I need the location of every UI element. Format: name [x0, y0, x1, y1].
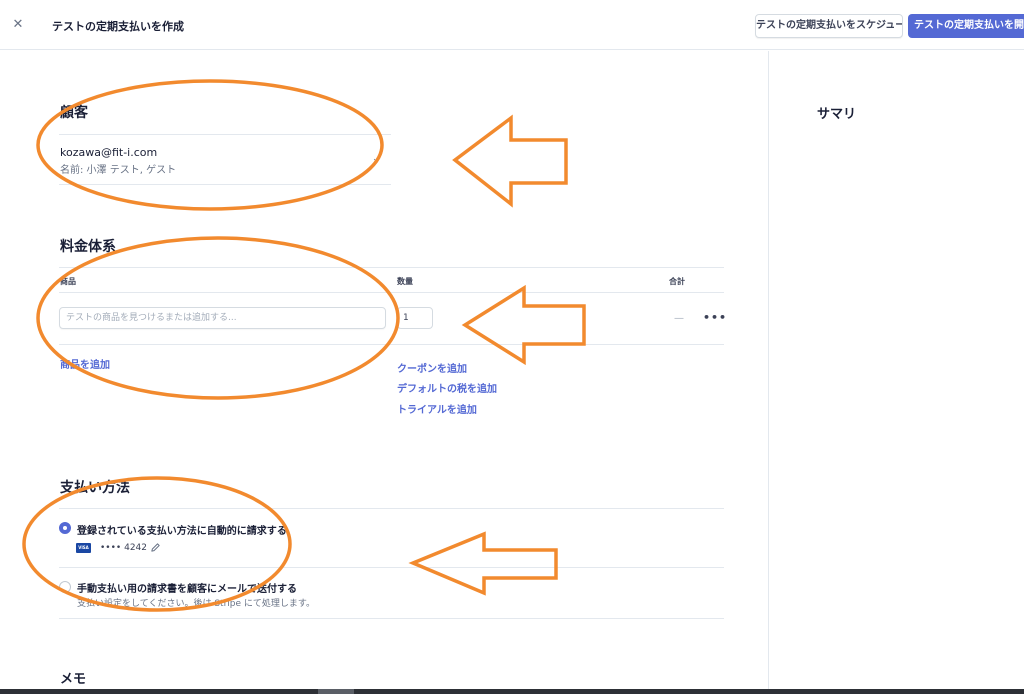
divider — [59, 184, 391, 185]
bottom-bar-segment — [318, 689, 354, 694]
add-coupon-link[interactable]: クーポンを追加 — [397, 360, 467, 375]
column-header-quantity: 数量 — [397, 277, 413, 286]
divider — [59, 618, 724, 619]
card-number: •••• 4242 — [100, 543, 147, 553]
summary-panel: サマリ — [768, 51, 1024, 694]
product-search-input[interactable]: テストの商品を見つけるまたは追加する... — [59, 307, 386, 329]
more-options-icon[interactable]: ••• — [703, 311, 727, 324]
customer-email[interactable]: kozawa@fit-i.com — [60, 146, 157, 159]
annotation-arrow-payment — [408, 531, 558, 596]
annotation-arrow-pricing — [461, 284, 586, 366]
close-icon[interactable]: ✕ — [11, 18, 25, 32]
annotation-arrow-customer — [452, 114, 568, 208]
send-invoice-label: 手動支払い用の請求書を顧客にメールで送付する — [77, 584, 297, 595]
chevron-down-icon[interactable]: ⌄ — [372, 154, 380, 164]
column-header-product: 商品 — [60, 277, 76, 286]
summary-title: サマリ — [817, 107, 857, 122]
divider — [59, 134, 391, 135]
customer-name: 名前: 小澤 テスト, ゲスト — [60, 165, 177, 176]
send-invoice-description: 支払い設定をしてください。後は Stripe にて処理します。 — [77, 599, 315, 609]
page-title: テストの定期支払いを作成 — [52, 20, 184, 33]
schedule-subscription-button[interactable]: テストの定期支払いをスケジュール — [755, 14, 903, 38]
annotation-ellipse-customer — [36, 79, 384, 211]
line-total: — — [674, 313, 684, 324]
pricing-section-title: 料金体系 — [60, 239, 116, 255]
divider — [59, 344, 724, 345]
column-header-total: 合計 — [669, 277, 685, 286]
visa-card-icon: VISA — [76, 543, 91, 553]
pencil-icon[interactable] — [150, 542, 161, 553]
quantity-input[interactable]: 1 — [397, 307, 433, 329]
add-trial-link[interactable]: トライアルを追加 — [397, 401, 477, 416]
payment-section-title: 支払い方法 — [60, 480, 130, 496]
divider — [59, 567, 724, 568]
add-product-link[interactable]: 商品を追加 — [60, 356, 110, 371]
add-default-tax-link[interactable]: デフォルトの税を追加 — [397, 380, 497, 395]
radio-auto-charge[interactable] — [59, 522, 71, 534]
start-subscription-button[interactable]: テストの定期支払いを開始 — [908, 14, 1024, 38]
auto-charge-label: 登録されている支払い方法に自動的に請求する — [77, 526, 287, 537]
memo-section-title: メモ — [60, 672, 87, 687]
divider — [59, 508, 724, 509]
divider — [59, 292, 724, 293]
divider — [59, 267, 724, 268]
top-bar: ✕ テストの定期支払いを作成 テストの定期支払いをスケジュール テストの定期支払… — [0, 0, 1024, 50]
radio-send-invoice[interactable] — [59, 581, 71, 593]
bottom-bar — [0, 689, 1024, 694]
customer-section-title: 顧客 — [60, 105, 88, 121]
